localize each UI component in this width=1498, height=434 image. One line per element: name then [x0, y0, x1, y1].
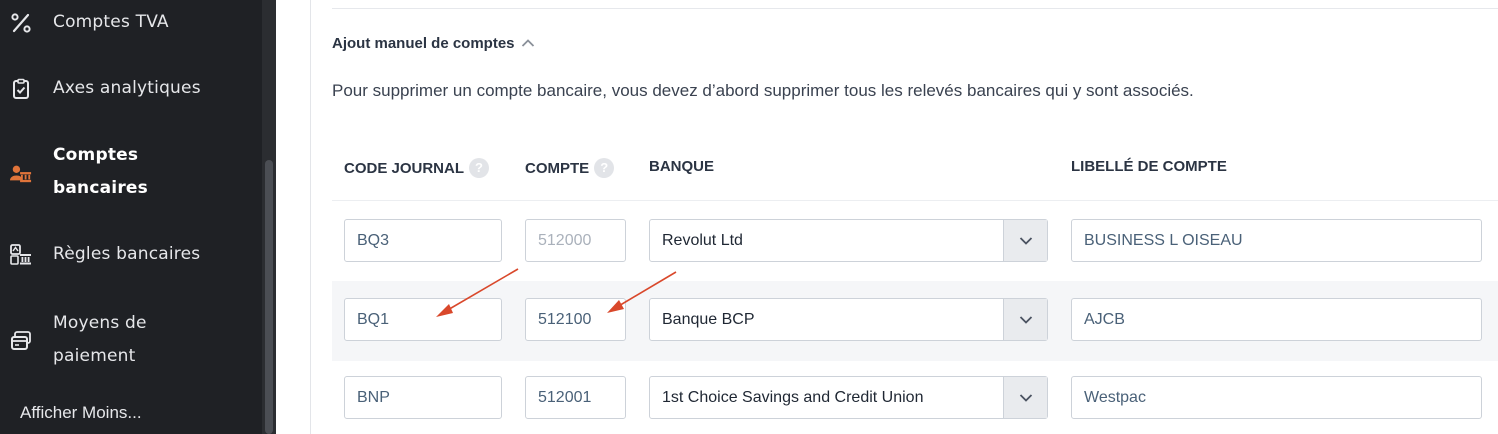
table-row: BQ1 512100 Banque BCP AJCB [332, 281, 1498, 361]
code-journal-field[interactable]: BNP [344, 376, 502, 419]
show-less-link[interactable]: Afficher Moins... [20, 403, 142, 423]
sidebar-item-comptes-bancaires[interactable]: Comptes bancaires [0, 138, 262, 208]
column-header-compte: COMPTE ? [525, 158, 615, 178]
sidebar-scrollbar-thumb[interactable] [265, 160, 273, 434]
chevron-down-icon[interactable] [1003, 377, 1047, 418]
banque-select-value: Revolut Ltd [662, 232, 743, 249]
compte-field[interactable]: 512001 [525, 376, 626, 419]
column-header-label: LIBELLÉ DE COMPTE [1071, 158, 1227, 175]
sidebar-item-regles-bancaires[interactable]: Règles bancaires [0, 238, 262, 271]
compte-field[interactable]: 512000 [525, 219, 626, 262]
section-toggle[interactable]: Ajout manuel de comptes [332, 35, 535, 52]
sidebar-item-label: Règles bancaires [53, 244, 201, 264]
sidebar-item-label-line1: Comptes [53, 145, 139, 165]
column-header-libelle: LIBELLÉ DE COMPTE [1071, 158, 1227, 175]
libelle-field[interactable]: Westpac [1071, 376, 1482, 419]
sidebar-item-label: Axes analytiques [53, 78, 201, 98]
table-row: BQ3 512000 Revolut Ltd BUSINESS L OISEAU [332, 201, 1498, 281]
divider [332, 8, 1498, 9]
sidebar-item-label: Comptes TVA [53, 12, 169, 32]
sidebar-item-comptes-tva[interactable]: Comptes TVA [0, 6, 262, 39]
section-title: Ajout manuel de comptes [332, 35, 515, 52]
table-row: BNP 512001 1st Choice Savings and Credit… [332, 361, 1498, 434]
sidebar-item-axes-analytiques[interactable]: Axes analytiques [0, 72, 262, 105]
column-header-code-journal: CODE JOURNAL ? [344, 158, 490, 178]
libelle-field[interactable]: BUSINESS L OISEAU [1071, 219, 1482, 262]
banque-select[interactable]: 1st Choice Savings and Credit Union [649, 376, 1048, 419]
code-journal-field[interactable]: BQ1 [344, 298, 502, 341]
column-header-label: CODE JOURNAL [344, 159, 465, 177]
libelle-field[interactable]: AJCB [1071, 298, 1482, 341]
chevron-down-icon[interactable] [1003, 220, 1047, 261]
sidebar-item-moyens-de-paiement[interactable]: Moyens de paiement [0, 306, 262, 376]
sidebar-item-label-line1: Moyens de [53, 313, 147, 333]
percent-icon [10, 12, 32, 34]
banque-select-value: 1st Choice Savings and Credit Union [662, 389, 924, 406]
column-header-label: COMPTE [525, 159, 590, 177]
sidebar: Comptes TVA Axes analytiques Comptes ban… [0, 0, 262, 434]
chevron-down-icon[interactable] [1003, 299, 1047, 340]
banque-select[interactable]: Revolut Ltd [649, 219, 1048, 262]
payment-cards-icon [10, 330, 32, 352]
sidebar-item-label-line2: bancaires [53, 178, 148, 198]
bank-rules-icon [10, 244, 32, 266]
banque-select[interactable]: Banque BCP [649, 298, 1048, 341]
column-header-label: BANQUE [649, 158, 715, 175]
bank-users-icon [10, 162, 32, 184]
help-icon[interactable]: ? [594, 158, 615, 178]
content-gutter [276, 0, 310, 434]
code-journal-field[interactable]: BQ3 [344, 219, 502, 262]
sidebar-item-label-line2: paiement [53, 346, 136, 366]
help-icon[interactable]: ? [469, 158, 490, 178]
info-message: Pour supprimer un compte bancaire, vous … [332, 81, 1194, 100]
column-header-banque: BANQUE [649, 158, 714, 175]
banque-select-value: Banque BCP [662, 311, 755, 328]
clipboard-check-icon [10, 78, 32, 100]
chevron-up-icon [521, 35, 535, 52]
compte-field[interactable]: 512100 [525, 298, 626, 341]
